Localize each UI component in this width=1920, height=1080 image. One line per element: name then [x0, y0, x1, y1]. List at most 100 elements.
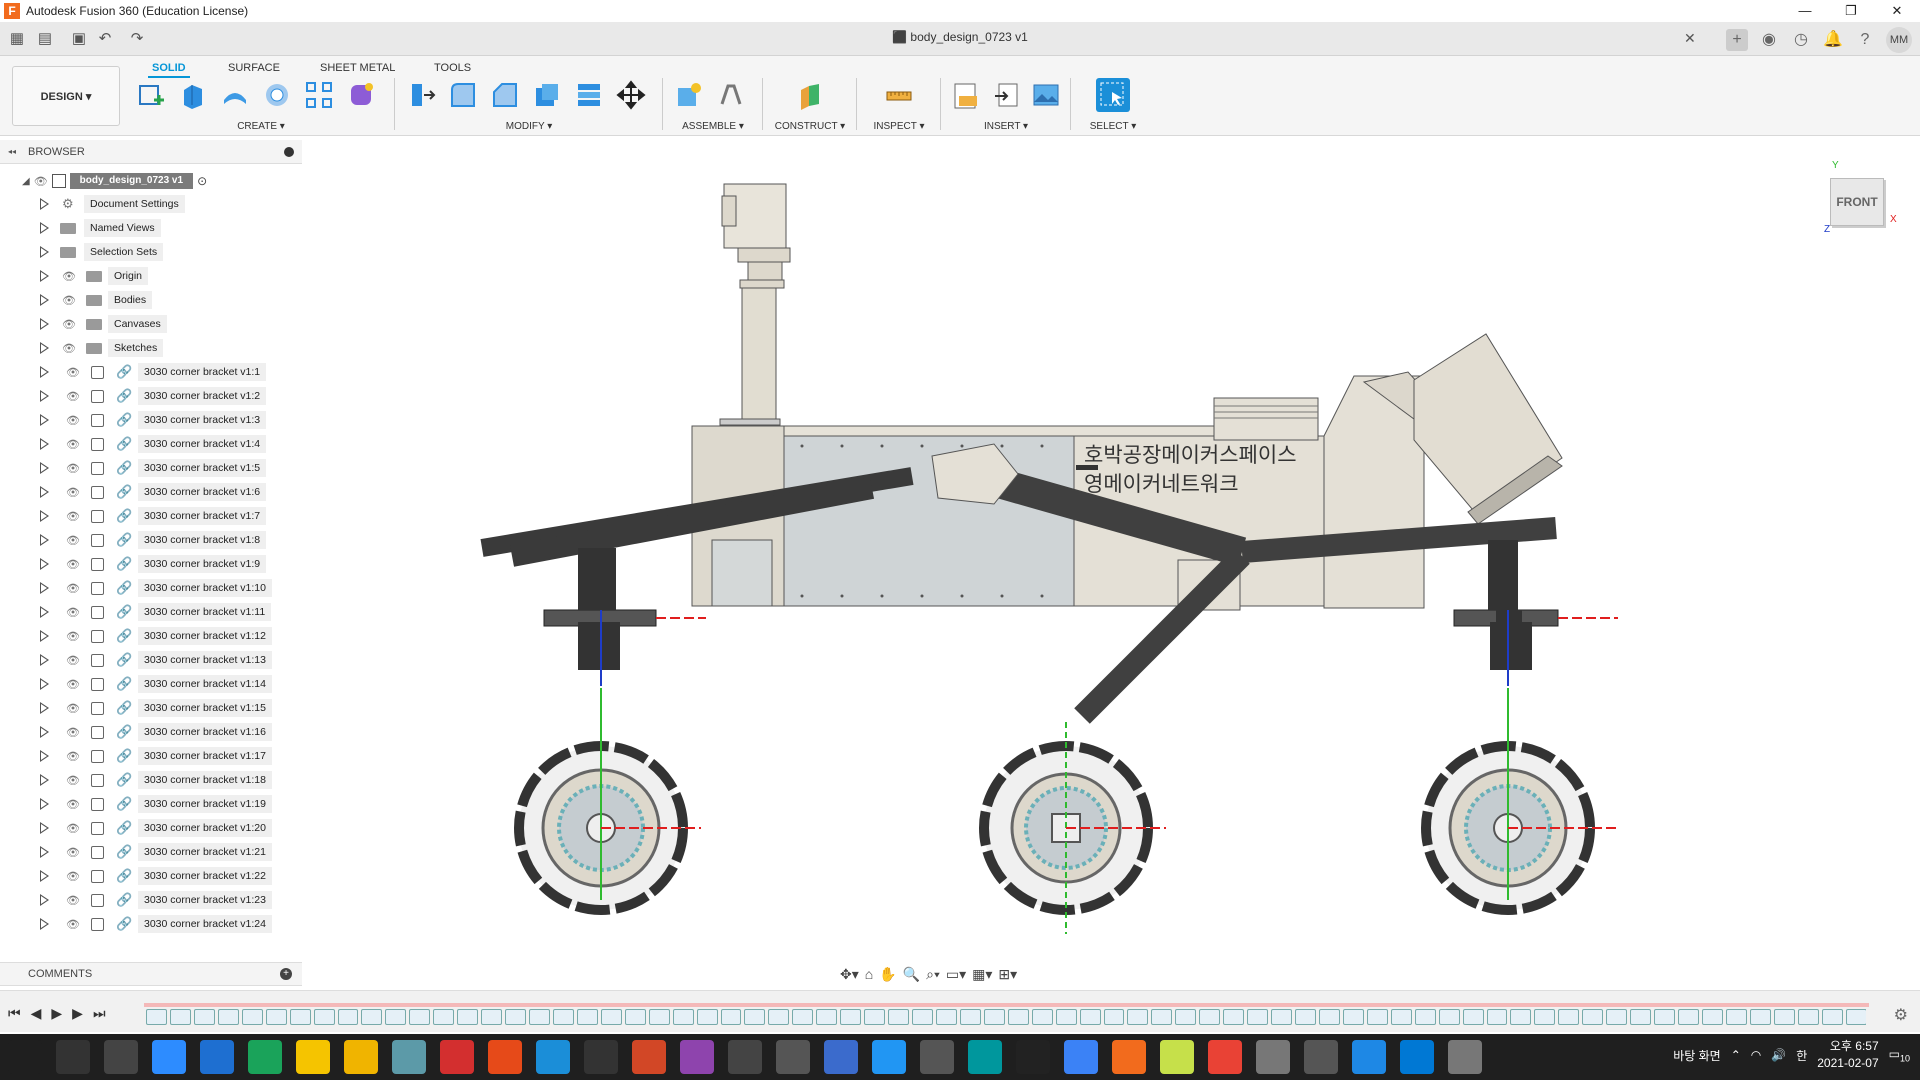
measure-icon[interactable] [882, 78, 916, 112]
timeline-feature-icon[interactable] [600, 1009, 622, 1025]
taskbar-app-icon[interactable] [920, 1040, 954, 1074]
visibility-eye-icon[interactable]: 👁 [66, 534, 80, 547]
taskbar-app-icon[interactable] [536, 1040, 570, 1074]
chamfer-icon[interactable] [488, 78, 522, 112]
browser-component-item[interactable]: 👁 🔗 3030 corner bracket v1:4 [0, 432, 302, 456]
combine-icon[interactable] [572, 78, 606, 112]
browser-component-item[interactable]: 👁 🔗 3030 corner bracket v1:3 [0, 408, 302, 432]
joint-icon[interactable] [714, 78, 748, 112]
browser-component-item[interactable]: 👁 🔗 3030 corner bracket v1:6 [0, 480, 302, 504]
browser-component-item[interactable]: 👁 🔗 3030 corner bracket v1:19 [0, 792, 302, 816]
timeline-feature-icon[interactable] [1701, 1009, 1723, 1025]
expand-triangle-icon[interactable] [40, 558, 49, 570]
expand-triangle-icon[interactable] [40, 390, 49, 402]
folder-label[interactable]: Selection Sets [84, 243, 164, 261]
component-label[interactable]: 3030 corner bracket v1:2 [138, 387, 267, 405]
fit-icon[interactable]: ⌕▾ [926, 966, 940, 983]
visibility-eye-icon[interactable]: 👁 [66, 846, 80, 859]
timeline-feature-icon[interactable] [193, 1009, 215, 1025]
timeline-feature-icon[interactable] [672, 1009, 694, 1025]
extensions-icon[interactable]: ◉ [1758, 29, 1780, 51]
taskbar-app-icon[interactable] [152, 1040, 186, 1074]
insert-label[interactable]: INSERT ▾ [950, 121, 1062, 132]
help-icon[interactable]: ? [1854, 29, 1876, 51]
visibility-eye-icon[interactable]: 👁 [66, 366, 80, 379]
taskbar-app-icon[interactable] [680, 1040, 714, 1074]
timeline-feature-icon[interactable] [1797, 1009, 1819, 1025]
taskbar-app-icon[interactable] [1064, 1040, 1098, 1074]
timeline-track[interactable] [144, 1003, 1869, 1007]
visibility-eye-icon[interactable]: 👁 [66, 870, 80, 883]
timeline-feature-icon[interactable] [409, 1009, 431, 1025]
timeline-feature-icon[interactable] [744, 1009, 766, 1025]
insert-mesh-icon[interactable] [990, 78, 1022, 112]
timeline-feature-icon[interactable] [696, 1009, 718, 1025]
expand-triangle-icon[interactable] [40, 318, 49, 330]
folder-label[interactable]: Named Views [84, 219, 161, 237]
root-component-name[interactable]: body_design_0723 v1 [69, 173, 194, 189]
step-forward-icon[interactable]: ▶ [72, 1005, 83, 1022]
expand-triangle-icon[interactable] [40, 582, 49, 594]
comments-panel[interactable]: COMMENTS + [0, 962, 302, 986]
timeline-feature-icon[interactable] [1630, 1009, 1652, 1025]
tab-sheet-metal[interactable]: SHEET METAL [320, 62, 395, 74]
volume-icon[interactable]: 🔊 [1771, 1048, 1786, 1062]
browser-component-item[interactable]: 👁 🔗 3030 corner bracket v1:2 [0, 384, 302, 408]
expand-root-icon[interactable]: ◢ [22, 176, 30, 187]
visibility-eye-icon[interactable]: 👁 [62, 318, 76, 331]
timeline-feature-icon[interactable] [289, 1009, 311, 1025]
timeline-feature-icon[interactable] [1366, 1009, 1388, 1025]
visibility-eye-icon[interactable]: 👁 [66, 822, 80, 835]
component-label[interactable]: 3030 corner bracket v1:9 [138, 555, 267, 573]
new-tab-icon[interactable]: + [1726, 29, 1748, 51]
visibility-eye-icon[interactable]: 👁 [66, 486, 80, 499]
component-label[interactable]: 3030 corner bracket v1:4 [138, 435, 267, 453]
taskbar-app-icon[interactable] [1448, 1040, 1482, 1074]
timeline-settings-gear-icon[interactable]: ⚙ [1894, 1005, 1908, 1025]
visibility-eye-icon[interactable]: 👁 [66, 726, 80, 739]
expand-triangle-icon[interactable] [40, 870, 49, 882]
chevron-up-icon[interactable]: ⌃ [1731, 1048, 1741, 1062]
timeline-feature-icon[interactable] [1342, 1009, 1364, 1025]
component-label[interactable]: 3030 corner bracket v1:15 [138, 699, 272, 717]
expand-triangle-icon[interactable] [40, 510, 49, 522]
taskbar-app-icon[interactable] [872, 1040, 906, 1074]
browser-folder[interactable]: Named Views [0, 216, 302, 240]
taskbar-app-icon[interactable] [1352, 1040, 1386, 1074]
expand-triangle-icon[interactable] [40, 774, 49, 786]
visibility-eye-icon[interactable]: 👁 [66, 750, 80, 763]
taskbar-app-icon[interactable] [56, 1040, 90, 1074]
timeline-feature-icon[interactable] [1127, 1009, 1149, 1025]
taskbar-app-icon[interactable] [1208, 1040, 1242, 1074]
timeline-feature-icon[interactable] [983, 1009, 1005, 1025]
visibility-eye-icon[interactable]: 👁 [66, 438, 80, 451]
timeline-feature-icon[interactable] [1223, 1009, 1245, 1025]
folder-label[interactable]: Document Settings [84, 195, 185, 213]
taskbar-app-icon[interactable] [1112, 1040, 1146, 1074]
wheel-middle[interactable] [979, 722, 1166, 934]
timeline-feature-icon[interactable] [1725, 1009, 1747, 1025]
taskbar-app-icon[interactable] [728, 1040, 762, 1074]
component-label[interactable]: 3030 corner bracket v1:13 [138, 651, 272, 669]
browser-component-item[interactable]: 👁 🔗 3030 corner bracket v1:8 [0, 528, 302, 552]
component-label[interactable]: 3030 corner bracket v1:16 [138, 723, 272, 741]
expand-triangle-icon[interactable] [40, 414, 49, 426]
expand-triangle-icon[interactable] [40, 846, 49, 858]
taskbar-app-icon[interactable] [488, 1040, 522, 1074]
component-label[interactable]: 3030 corner bracket v1:20 [138, 819, 272, 837]
browser-component-item[interactable]: 👁 🔗 3030 corner bracket v1:22 [0, 864, 302, 888]
timeline-feature-icon[interactable] [552, 1009, 574, 1025]
modify-label[interactable]: MODIFY ▾ [404, 121, 654, 132]
component-label[interactable]: 3030 corner bracket v1:5 [138, 459, 267, 477]
taskbar-app-icon[interactable] [584, 1040, 618, 1074]
component-label[interactable]: 3030 corner bracket v1:8 [138, 531, 267, 549]
taskbar-app-icon[interactable] [824, 1040, 858, 1074]
viewports-icon[interactable]: ⊞▾ [998, 966, 1017, 983]
expand-triangle-icon[interactable] [40, 702, 49, 714]
data-panel-grid-icon[interactable]: ▦ [8, 30, 26, 48]
expand-triangle-icon[interactable] [40, 750, 49, 762]
hole-icon[interactable] [260, 78, 294, 112]
timeline-feature-icon[interactable] [337, 1009, 359, 1025]
taskbar-app-icon[interactable] [968, 1040, 1002, 1074]
viewcube-front-face[interactable]: FRONT [1830, 178, 1884, 226]
